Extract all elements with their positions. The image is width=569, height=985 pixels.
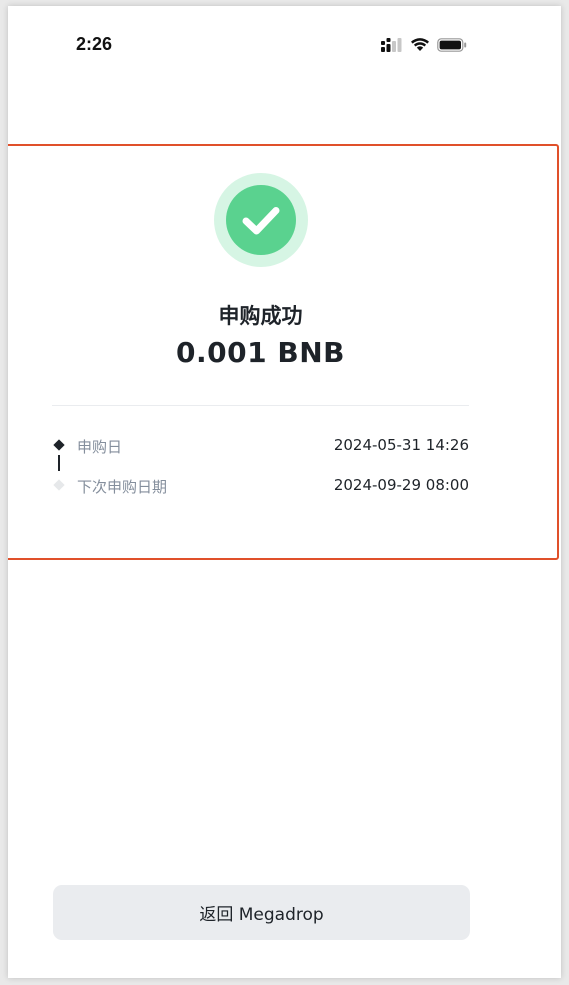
subscription-timeline: 申购日 2024-05-31 14:26 下次申购日期 2024-09-29 0…: [52, 434, 469, 504]
timeline-diamond-icon: [53, 439, 65, 451]
status-bar: 2:26: [8, 6, 561, 76]
timeline-label: 下次申购日期: [77, 478, 168, 496]
timeline-value: 2024-09-29 08:00: [333, 476, 469, 494]
divider: [52, 405, 469, 406]
timeline-item-next-subscription-date: 下次申购日期 2024-09-29 08:00: [52, 474, 469, 498]
status-icons: [381, 37, 467, 56]
timeline-label: 申购日: [77, 438, 123, 456]
success-amount: 0.001 BNB: [176, 336, 345, 369]
timeline-item-subscription-date: 申购日 2024-05-31 14:26: [52, 434, 469, 471]
wifi-icon: [410, 37, 430, 56]
app-screen: 2:26 申购成功 0.001 BNB 申购日 2024-05-31 14:26…: [8, 6, 561, 978]
timeline-value: 2024-05-31 14:26: [333, 436, 469, 454]
timeline-connector: [58, 455, 60, 471]
timeline-diamond-icon: [53, 479, 65, 491]
success-title: 申购成功: [218, 304, 303, 328]
status-time: 2:26: [76, 34, 113, 54]
check-circle-icon: [214, 173, 308, 267]
signal-icon: [381, 37, 403, 56]
back-to-megadrop-button[interactable]: 返回 Megadrop: [53, 885, 470, 940]
battery-icon: [437, 37, 467, 56]
